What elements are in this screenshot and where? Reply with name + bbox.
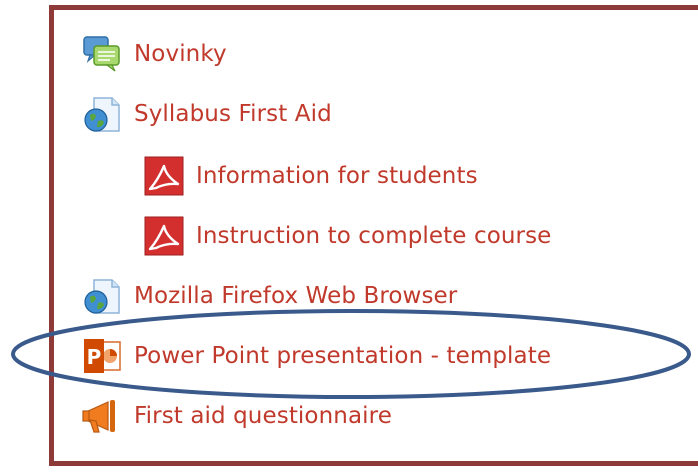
activity-link-novinky[interactable]: Novinky [82, 32, 227, 76]
megaphone-feedback-icon [82, 396, 122, 436]
pdf-file-icon [144, 216, 184, 256]
activity-link-instruction-to-complete-course[interactable]: Instruction to complete course [144, 214, 551, 258]
activity-link-information-for-students[interactable]: Information for students [144, 154, 478, 198]
activity-link-first-aid-questionnaire[interactable]: First aid questionnaire [82, 394, 392, 438]
powerpoint-file-icon: P [82, 336, 122, 376]
activity-label[interactable]: Mozilla Firefox Web Browser [134, 283, 457, 309]
activity-label[interactable]: Instruction to complete course [196, 223, 551, 249]
pdf-file-icon [144, 156, 184, 196]
svg-text:P: P [87, 345, 102, 369]
web-page-globe-icon [82, 276, 122, 316]
activity-label[interactable]: Novinky [134, 41, 227, 67]
forum-chat-icon [82, 34, 122, 74]
activity-label[interactable]: Syllabus First Aid [134, 101, 332, 127]
activity-label[interactable]: Information for students [196, 163, 478, 189]
activity-link-power-point-presentation-template[interactable]: P Power Point presentation - template [82, 334, 551, 378]
activity-link-syllabus-first-aid[interactable]: Syllabus First Aid [82, 92, 332, 136]
activity-label[interactable]: First aid questionnaire [134, 403, 392, 429]
activity-link-mozilla-firefox-web-browser[interactable]: Mozilla Firefox Web Browser [82, 274, 457, 318]
web-page-globe-icon [82, 94, 122, 134]
activity-label[interactable]: Power Point presentation - template [134, 343, 551, 369]
